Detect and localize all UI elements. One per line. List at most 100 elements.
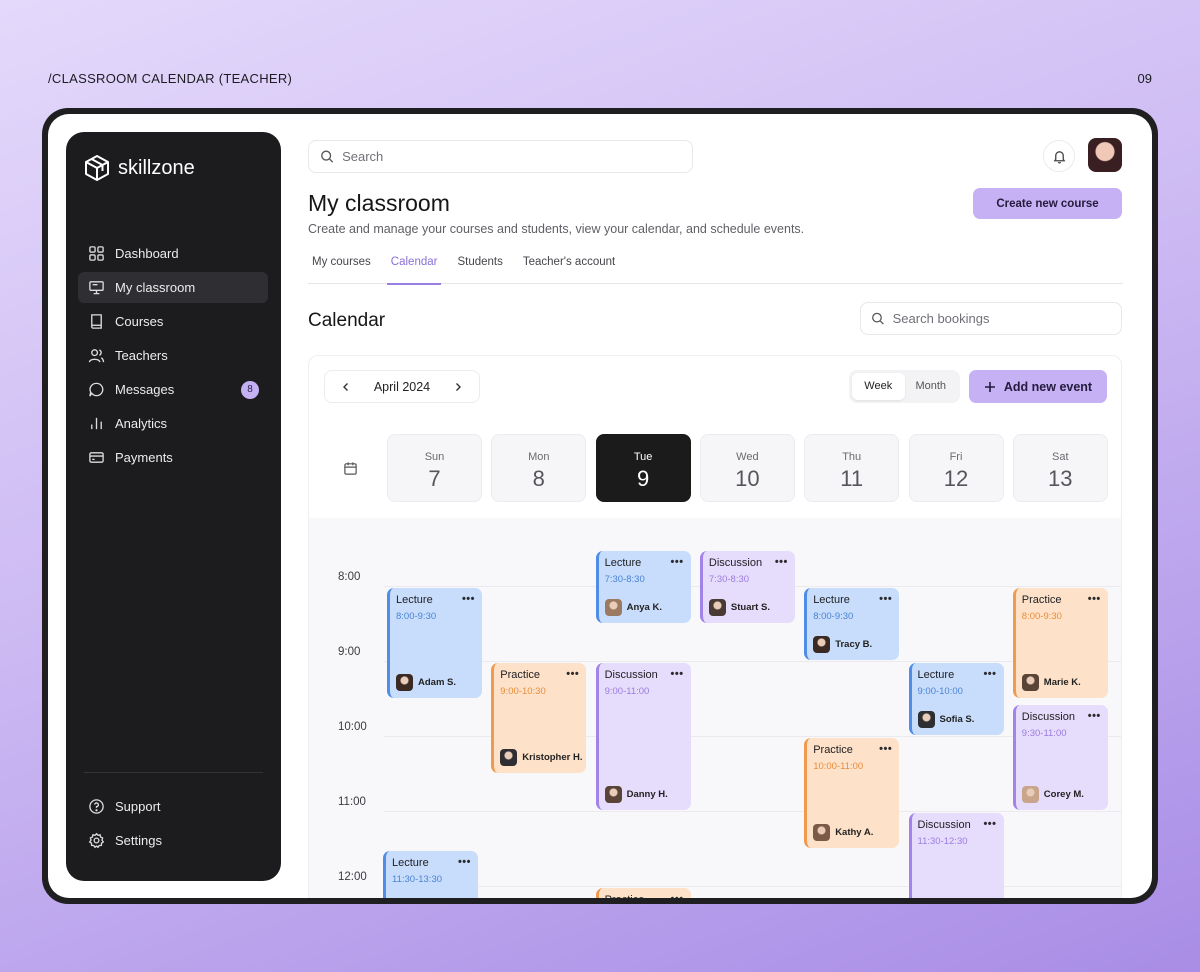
- sidebar-item-my-classroom[interactable]: My classroom: [78, 272, 268, 303]
- event-attendee: Danny H.: [604, 786, 668, 804]
- event-time: 7:30-8:30: [708, 573, 750, 585]
- more-options-icon[interactable]: •••: [983, 668, 996, 680]
- day-header-sun[interactable]: Sun 7: [387, 434, 482, 502]
- more-options-icon[interactable]: •••: [879, 593, 892, 605]
- global-search: [308, 140, 693, 173]
- sidebar-nav: Dashboard My classroom Courses Teachers …: [78, 238, 268, 476]
- sidebar-item-label: Dashboard: [115, 246, 179, 261]
- more-options-icon[interactable]: •••: [983, 818, 996, 830]
- view-month-button[interactable]: Month: [905, 373, 958, 400]
- more-options-icon[interactable]: •••: [462, 593, 475, 605]
- event-attendee: Corey M.: [1021, 786, 1084, 804]
- day-header-sat[interactable]: Sat 13: [1012, 434, 1108, 502]
- more-options-icon[interactable]: •••: [1088, 593, 1101, 605]
- calendar-event-practice[interactable]: Practice 9:00-10:30 ••• Kristopher H.: [491, 663, 587, 773]
- page-title: My classroom: [308, 190, 450, 216]
- bookings-search-input[interactable]: [892, 311, 1111, 326]
- calendar-event-lecture[interactable]: Lecture 8:00-9:30 ••• Adam S.: [387, 588, 482, 698]
- sidebar-item-settings[interactable]: Settings: [78, 825, 268, 856]
- calendar-event-discussion[interactable]: Discussion 7:30-8:30 ••• Stuart S.: [699, 550, 795, 623]
- day-header-mon[interactable]: Mon 8: [491, 434, 587, 502]
- event-attendee: Adam S.: [396, 673, 457, 691]
- sidebar-item-label: Support: [115, 799, 161, 814]
- user-avatar[interactable]: [1088, 138, 1122, 172]
- notifications-button[interactable]: [1043, 140, 1075, 172]
- tab-students[interactable]: Students: [453, 254, 506, 284]
- calendar-event-lecture[interactable]: Lecture 7:30-8:30 ••• Anya K.: [595, 550, 691, 623]
- day-header-wed[interactable]: Wed 10: [699, 434, 795, 502]
- attendee-avatar: [1021, 786, 1039, 804]
- hour-gridline: [384, 811, 1121, 813]
- brand-logo[interactable]: skillzone: [84, 154, 195, 182]
- time-label: 10:00: [338, 721, 367, 734]
- search-input[interactable]: [342, 149, 681, 164]
- sidebar-item-messages[interactable]: Messages 8: [78, 374, 268, 405]
- day-name: Tue: [633, 451, 653, 463]
- day-header-tue[interactable]: Tue 9: [595, 434, 691, 502]
- more-options-icon[interactable]: •••: [458, 856, 471, 868]
- attendee-avatar: [917, 711, 935, 729]
- calendar-event-practice[interactable]: Practice 8:00-9:30 ••• Marie K.: [1012, 588, 1108, 698]
- sidebar-item-payments[interactable]: Payments: [78, 442, 268, 473]
- chevron-left-icon[interactable]: [339, 380, 353, 394]
- tab-teachers-account[interactable]: Teacher's account: [519, 254, 619, 284]
- tab-my-courses[interactable]: My courses: [308, 254, 375, 284]
- card-icon: [89, 452, 104, 463]
- event-attendee: Marie K.: [1021, 673, 1081, 691]
- day-name: Sat: [1052, 451, 1069, 463]
- calendar-heading: Calendar: [308, 310, 386, 331]
- add-event-button[interactable]: Add new event: [969, 370, 1107, 403]
- attendee-name: Kathy A.: [835, 826, 874, 838]
- day-date: 10: [735, 466, 760, 491]
- sidebar-item-analytics[interactable]: Analytics: [78, 408, 268, 439]
- attendee-avatar: [813, 636, 831, 654]
- sidebar-item-teachers[interactable]: Teachers: [78, 340, 268, 371]
- day-date: 7: [428, 466, 441, 491]
- event-time: 8:00-9:30: [1021, 611, 1062, 623]
- more-options-icon[interactable]: •••: [566, 668, 579, 680]
- sidebar-item-dashboard[interactable]: Dashboard: [78, 238, 268, 269]
- day-date: 9: [636, 466, 650, 491]
- calendar-event-discussion[interactable]: Discussion11:30-12:30•••Olivia M.: [908, 813, 1004, 898]
- more-options-icon[interactable]: •••: [671, 556, 684, 568]
- tab-calendar[interactable]: Calendar: [386, 254, 442, 285]
- day-header-thu[interactable]: Thu 11: [804, 434, 900, 502]
- day-header-fri[interactable]: Fri 12: [908, 434, 1004, 502]
- attendee-avatar: [1021, 673, 1039, 691]
- event-time: 9:00-10:30: [500, 686, 546, 698]
- chevron-right-icon[interactable]: [451, 380, 465, 394]
- calendar-event-lecture[interactable]: Lecture 8:00-9:30 ••• Tracy B.: [804, 588, 900, 661]
- create-course-button[interactable]: Create new course: [973, 188, 1122, 219]
- event-time: 11:30-12:30: [917, 836, 968, 848]
- view-week-button[interactable]: Week: [852, 373, 905, 400]
- more-options-icon[interactable]: •••: [671, 893, 684, 898]
- calendar-event-practice[interactable]: Practice 10:00-11:00 ••• Kathy A.: [804, 738, 900, 848]
- attendee-name: Stuart S.: [730, 601, 770, 613]
- event-attendee: Kathy A.: [813, 823, 874, 841]
- event-time: 10:00-11:00: [813, 761, 864, 773]
- day-date: 11: [840, 466, 864, 491]
- messages-count-badge: 8: [241, 381, 259, 399]
- calendar-event-lecture[interactable]: Lecture 11:30-13:30 •••: [383, 850, 478, 898]
- sidebar-divider: [84, 772, 263, 773]
- calendar-event-practice[interactable]: Practice12:00-13:00•••: [595, 888, 691, 898]
- calendar-event-discussion[interactable]: Discussion 9:30-11:00 ••• Corey M.: [1012, 704, 1108, 811]
- more-options-icon[interactable]: •••: [879, 743, 892, 755]
- more-options-icon[interactable]: •••: [775, 556, 788, 568]
- device-frame: skillzone Dashboard My classroom Courses: [42, 108, 1158, 904]
- calendar-event-lecture[interactable]: Lecture 9:00-10:00 ••• Sofia S.: [908, 663, 1004, 736]
- event-time: 9:00-10:00: [917, 686, 963, 698]
- more-options-icon[interactable]: •••: [1088, 710, 1101, 722]
- sidebar-bottom-nav: Support Settings: [78, 791, 268, 859]
- slide-title: /CLASSROOM CALENDAR (TEACHER): [48, 71, 293, 86]
- attendee-name: Tracy B.: [835, 639, 873, 651]
- sidebar-item-label: Messages: [115, 382, 175, 397]
- calendar-event-discussion[interactable]: Discussion 9:00-11:00 ••• Danny H.: [595, 663, 691, 811]
- attendee-name: Adam S.: [418, 676, 457, 688]
- more-options-icon[interactable]: •••: [671, 668, 684, 680]
- day-name: Fri: [949, 451, 963, 463]
- sidebar-item-courses[interactable]: Courses: [78, 306, 268, 337]
- sidebar-item-support[interactable]: Support: [78, 791, 268, 822]
- brand-name: skillzone: [118, 156, 195, 179]
- attendee-avatar: [604, 786, 622, 804]
